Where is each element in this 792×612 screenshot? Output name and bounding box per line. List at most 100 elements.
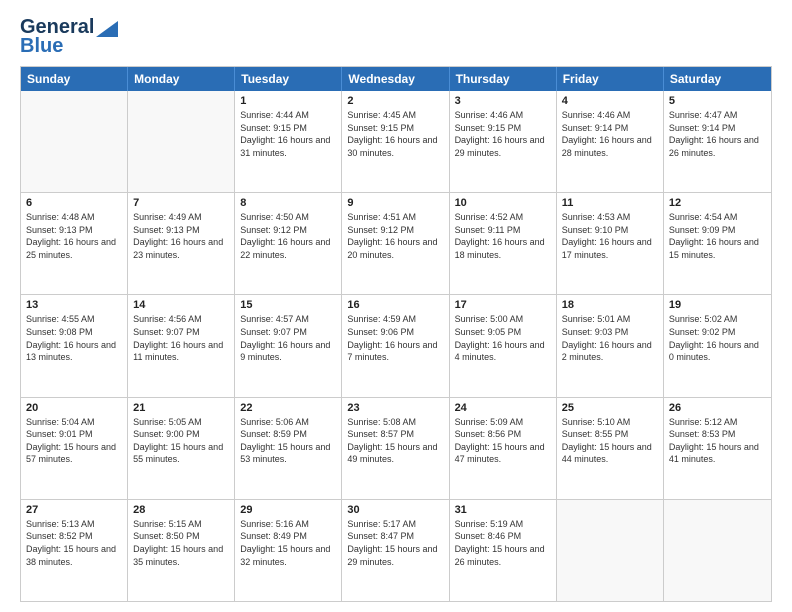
cell-info: Sunrise: 4:50 AMSunset: 9:12 PMDaylight:… [240,211,336,261]
cell-info: Sunrise: 4:53 AMSunset: 9:10 PMDaylight:… [562,211,658,261]
cell-info: Sunrise: 4:48 AMSunset: 9:13 PMDaylight:… [26,211,122,261]
calendar-cell: 2 Sunrise: 4:45 AMSunset: 9:15 PMDaylight… [342,91,449,192]
calendar-row-5: 27Sunrise: 5:13 AMSunset: 8:52 PMDayligh… [21,500,771,601]
day-number: 26 [669,402,766,414]
cell-info: Sunrise: 4:59 AMSunset: 9:06 PMDaylight:… [347,313,443,363]
cell-info: Sunrise: 4:56 AMSunset: 9:07 PMDaylight:… [133,313,229,363]
cell-info: Sunrise: 4:54 AMSunset: 9:09 PMDaylight:… [669,211,766,261]
calendar-cell: 17Sunrise: 5:00 AMSunset: 9:05 PMDayligh… [450,295,557,396]
header-day-friday: Friday [557,67,664,91]
day-number: 9 [347,197,443,209]
cell-info: Sunrise: 5:04 AMSunset: 9:01 PMDaylight:… [26,416,122,466]
day-number: 12 [669,197,766,209]
calendar-cell [21,91,128,192]
day-number: 23 [347,402,443,414]
calendar-row-3: 13 Sunrise: 4:55 AMSunset: 9:08 PMDayligh… [21,295,771,397]
day-number: 19 [669,299,766,311]
day-number: 20 [26,402,122,414]
header-day-monday: Monday [128,67,235,91]
day-number: 17 [455,299,551,311]
cell-info: Sunrise: 4:44 AMSunset: 9:15 PMDaylight:… [240,109,336,159]
cell-info: Sunrise: 4:51 AMSunset: 9:12 PMDaylight:… [347,211,443,261]
calendar-cell: 24 Sunrise: 5:09 AMSunset: 8:56 PMDayligh… [450,398,557,499]
day-number: 28 [133,504,229,516]
calendar-cell: 9 Sunrise: 4:51 AMSunset: 9:12 PMDaylight… [342,193,449,294]
day-number: 29 [240,504,336,516]
cell-info: Sunrise: 4:45 AMSunset: 9:15 PMDaylight:… [347,109,443,159]
cell-info: Sunrise: 5:19 AMSunset: 8:46 PMDaylight:… [455,518,551,568]
header-day-tuesday: Tuesday [235,67,342,91]
logo-icon [96,21,118,37]
header-day-thursday: Thursday [450,67,557,91]
cell-info: Sunrise: 5:16 AMSunset: 8:49 PMDaylight:… [240,518,336,568]
calendar-cell: 23 Sunrise: 5:08 AMSunset: 8:57 PMDayligh… [342,398,449,499]
calendar-cell: 11Sunrise: 4:53 AMSunset: 9:10 PMDayligh… [557,193,664,294]
cell-info: Sunrise: 5:05 AMSunset: 9:00 PMDaylight:… [133,416,229,466]
calendar-cell: 30 Sunrise: 5:17 AMSunset: 8:47 PMDayligh… [342,500,449,601]
header: General Blue [20,16,772,58]
calendar-cell: 15Sunrise: 4:57 AMSunset: 9:07 PMDayligh… [235,295,342,396]
day-number: 25 [562,402,658,414]
calendar-cell: 14 Sunrise: 4:56 AMSunset: 9:07 PMDayligh… [128,295,235,396]
calendar-cell [557,500,664,601]
day-number: 16 [347,299,443,311]
cell-info: Sunrise: 5:12 AMSunset: 8:53 PMDaylight:… [669,416,766,466]
day-number: 2 [347,95,443,107]
calendar-cell: 6 Sunrise: 4:48 AMSunset: 9:13 PMDaylight… [21,193,128,294]
cell-info: Sunrise: 5:15 AMSunset: 8:50 PMDaylight:… [133,518,229,568]
cell-info: Sunrise: 5:06 AMSunset: 8:59 PMDaylight:… [240,416,336,466]
cell-info: Sunrise: 5:09 AMSunset: 8:56 PMDaylight:… [455,416,551,466]
day-number: 3 [455,95,551,107]
calendar-cell: 27Sunrise: 5:13 AMSunset: 8:52 PMDayligh… [21,500,128,601]
cell-info: Sunrise: 5:01 AMSunset: 9:03 PMDaylight:… [562,313,658,363]
cell-info: Sunrise: 4:47 AMSunset: 9:14 PMDaylight:… [669,109,766,159]
calendar-row-4: 20 Sunrise: 5:04 AMSunset: 9:01 PMDayligh… [21,398,771,500]
day-number: 1 [240,95,336,107]
day-number: 4 [562,95,658,107]
calendar-cell: 1 Sunrise: 4:44 AMSunset: 9:15 PMDaylight… [235,91,342,192]
cell-info: Sunrise: 5:10 AMSunset: 8:55 PMDaylight:… [562,416,658,466]
day-number: 13 [26,299,122,311]
calendar-cell: 26 Sunrise: 5:12 AMSunset: 8:53 PMDayligh… [664,398,771,499]
calendar-cell: 19Sunrise: 5:02 AMSunset: 9:02 PMDayligh… [664,295,771,396]
calendar: SundayMondayTuesdayWednesdayThursdayFrid… [20,66,772,602]
day-number: 24 [455,402,551,414]
calendar-cell [664,500,771,601]
day-number: 6 [26,197,122,209]
calendar-cell: 4 Sunrise: 4:46 AMSunset: 9:14 PMDaylight… [557,91,664,192]
cell-info: Sunrise: 4:52 AMSunset: 9:11 PMDaylight:… [455,211,551,261]
calendar-cell: 31 Sunrise: 5:19 AMSunset: 8:46 PMDayligh… [450,500,557,601]
day-number: 30 [347,504,443,516]
calendar-cell: 18 Sunrise: 5:01 AMSunset: 9:03 PMDayligh… [557,295,664,396]
day-number: 18 [562,299,658,311]
calendar-cell: 29 Sunrise: 5:16 AMSunset: 8:49 PMDayligh… [235,500,342,601]
calendar-cell: 16 Sunrise: 4:59 AMSunset: 9:06 PMDayligh… [342,295,449,396]
calendar-row-2: 6 Sunrise: 4:48 AMSunset: 9:13 PMDaylight… [21,193,771,295]
day-number: 14 [133,299,229,311]
day-number: 27 [26,504,122,516]
cell-info: Sunrise: 5:17 AMSunset: 8:47 PMDaylight:… [347,518,443,568]
calendar-cell: 28 Sunrise: 5:15 AMSunset: 8:50 PMDayligh… [128,500,235,601]
logo: General Blue [20,16,118,58]
cell-info: Sunrise: 5:08 AMSunset: 8:57 PMDaylight:… [347,416,443,466]
calendar-cell [128,91,235,192]
cell-info: Sunrise: 4:55 AMSunset: 9:08 PMDaylight:… [26,313,122,363]
calendar-cell: 10 Sunrise: 4:52 AMSunset: 9:11 PMDayligh… [450,193,557,294]
calendar-cell: 21Sunrise: 5:05 AMSunset: 9:00 PMDayligh… [128,398,235,499]
day-number: 5 [669,95,766,107]
header-day-wednesday: Wednesday [342,67,449,91]
calendar-cell: 22 Sunrise: 5:06 AMSunset: 8:59 PMDayligh… [235,398,342,499]
cell-info: Sunrise: 4:46 AMSunset: 9:15 PMDaylight:… [455,109,551,159]
day-number: 10 [455,197,551,209]
cell-info: Sunrise: 4:46 AMSunset: 9:14 PMDaylight:… [562,109,658,159]
calendar-cell: 8Sunrise: 4:50 AMSunset: 9:12 PMDaylight… [235,193,342,294]
calendar-row-1: 1 Sunrise: 4:44 AMSunset: 9:15 PMDaylight… [21,91,771,193]
day-number: 31 [455,504,551,516]
day-number: 22 [240,402,336,414]
day-number: 7 [133,197,229,209]
cell-info: Sunrise: 4:49 AMSunset: 9:13 PMDaylight:… [133,211,229,261]
calendar-cell: 25 Sunrise: 5:10 AMSunset: 8:55 PMDayligh… [557,398,664,499]
cell-info: Sunrise: 4:57 AMSunset: 9:07 PMDaylight:… [240,313,336,363]
calendar-header: SundayMondayTuesdayWednesdayThursdayFrid… [21,67,771,91]
calendar-cell: 7 Sunrise: 4:49 AMSunset: 9:13 PMDaylight… [128,193,235,294]
